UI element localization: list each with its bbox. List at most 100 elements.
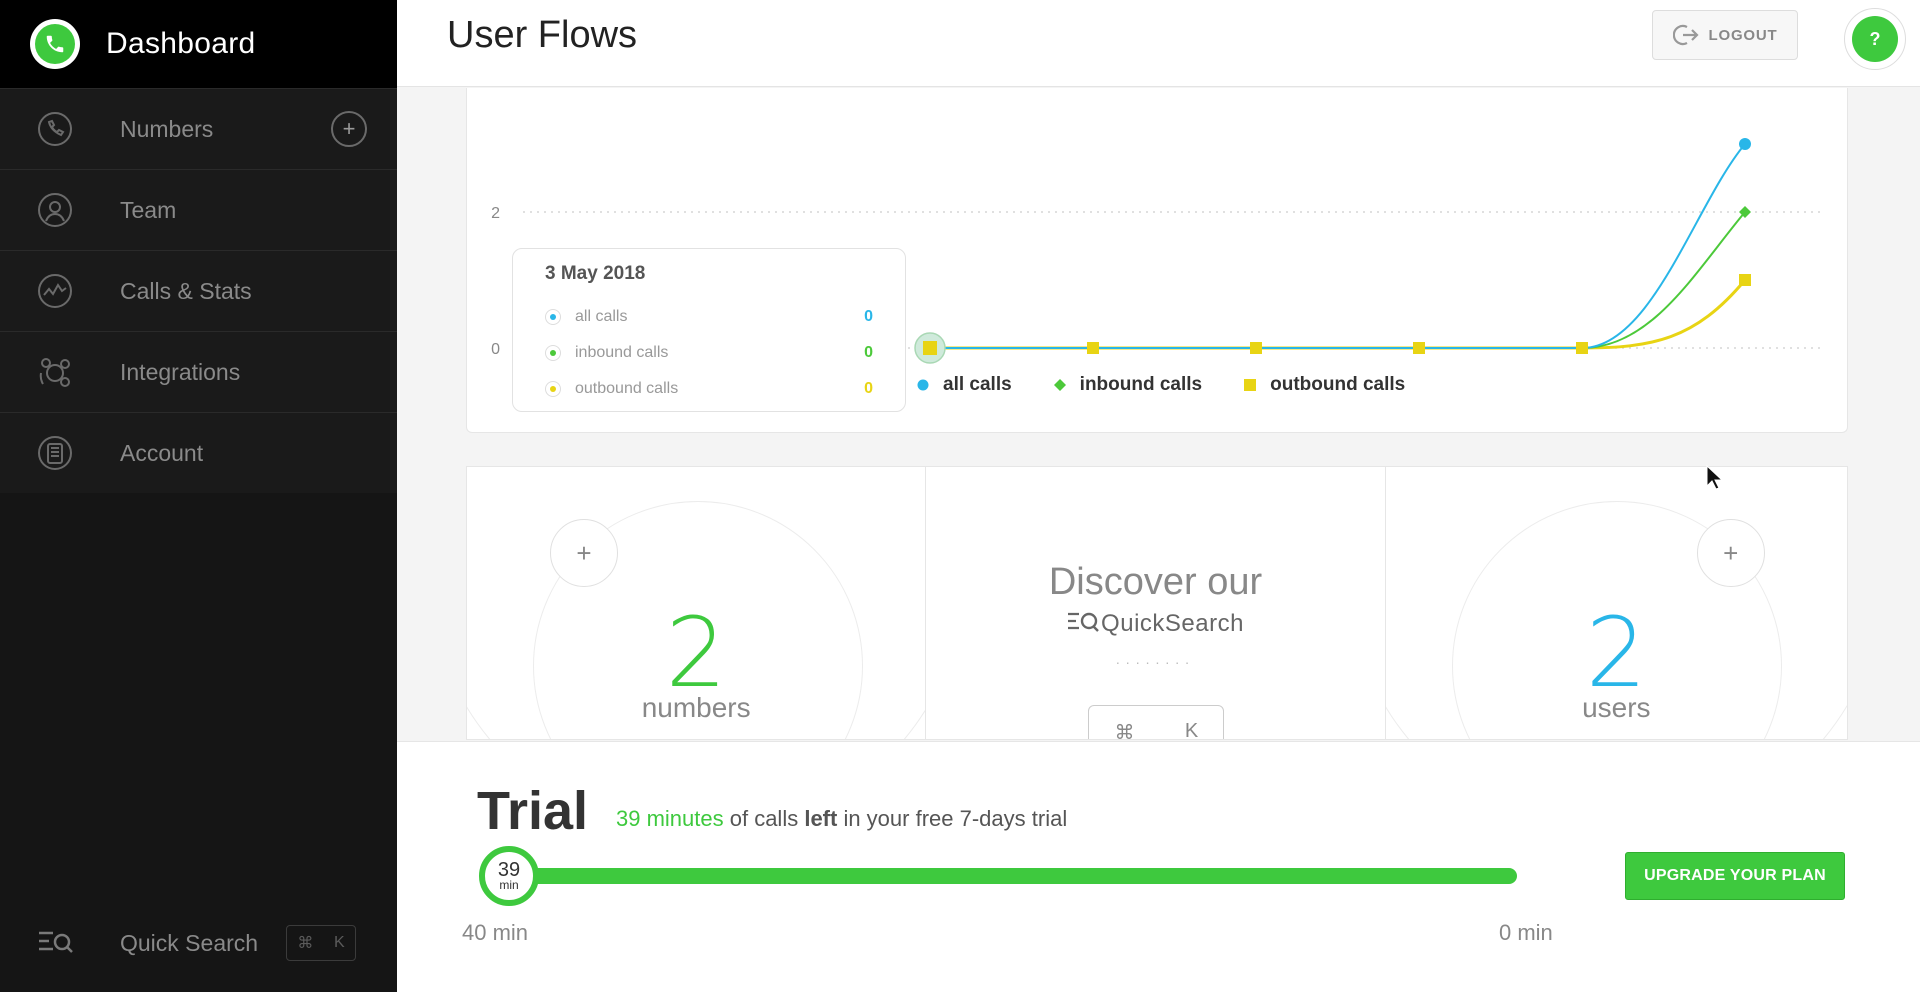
- diamond-marker-icon: [1053, 379, 1066, 391]
- legend-label: outbound calls: [1270, 374, 1406, 395]
- cmd-key: ⌘: [297, 935, 314, 952]
- page-title: User Flows: [447, 14, 638, 56]
- data-point-outbound-calls: [1413, 342, 1425, 354]
- tooltip-label: inbound calls: [575, 344, 669, 361]
- series-line-all-calls: [930, 143, 1746, 349]
- tooltip-label: all calls: [575, 308, 628, 325]
- phone-icon: [36, 110, 74, 148]
- quicksearch-promo-card[interactable]: Discover our QuickSearch ........ ⌘ K: [926, 467, 1386, 739]
- trial-text-part: of calls: [723, 806, 805, 831]
- data-point-outbound-calls: [1250, 342, 1262, 354]
- tooltip-label: outbound calls: [575, 380, 679, 397]
- k-key: K: [1184, 720, 1199, 739]
- quick-search-icon: [1068, 612, 1099, 632]
- tooltip-value: 0: [864, 380, 873, 397]
- sidebar-item-label: Numbers: [120, 115, 214, 142]
- trial-progress-bar: [489, 868, 1517, 884]
- data-point-outbound-calls: [1087, 342, 1099, 354]
- quick-search-icon: [36, 924, 74, 962]
- quicksearch-brand-label: QuickSearch: [1101, 610, 1244, 637]
- series-line-inbound-calls: [930, 211, 1746, 349]
- tooltip-marker: [545, 381, 561, 397]
- top-header: User Flows LOGOUT ?: [397, 0, 1920, 87]
- tooltip-value: 0: [864, 308, 873, 325]
- add-user-button[interactable]: +: [1696, 519, 1765, 587]
- dots-divider: ........: [1115, 651, 1196, 667]
- legend-label: all calls: [943, 374, 1012, 395]
- data-point-outbound-calls: [923, 341, 937, 355]
- sidebar-item-team[interactable]: Team: [0, 169, 397, 250]
- data-point-outbound-calls: [1739, 274, 1751, 286]
- trial-text-part: in your free 7-days trial: [837, 806, 1068, 831]
- phone-logo-icon: [30, 19, 80, 69]
- sidebar-item-label: Account: [120, 439, 204, 466]
- calls-chart-card: 2 0 3 May 2018 all calls 0 inbound calls …: [466, 88, 1848, 433]
- numbers-stat-card[interactable]: + 2 numbers: [467, 467, 927, 739]
- range-end-label: 0 min: [1499, 920, 1553, 945]
- minutes-left: 39 minutes: [616, 806, 724, 831]
- tooltip-row-outbound-calls: outbound calls 0: [545, 371, 873, 407]
- sidebar-item-label: Calls & Stats: [120, 277, 252, 304]
- sidebar-item-numbers[interactable]: Numbers +: [0, 88, 397, 169]
- sidebar-item-calls-stats[interactable]: Calls & Stats: [0, 250, 397, 331]
- sidebar-item-integrations[interactable]: Integrations: [0, 331, 397, 412]
- legend-label: inbound calls: [1079, 374, 1203, 395]
- logout-label: LOGOUT: [1708, 26, 1778, 44]
- quick-search-shortcut: ⌘ K: [286, 925, 357, 961]
- y-tick-label: 0: [491, 341, 500, 358]
- integrations-icon: [36, 353, 74, 391]
- quicksearch-brand: QuickSearch: [926, 610, 1384, 638]
- y-tick-label: 2: [491, 205, 500, 222]
- stats-row: + 2 numbers Discover our QuickSearch ...…: [466, 466, 1848, 740]
- data-point-all-calls: [1739, 138, 1751, 150]
- sidebar-quick-search[interactable]: Quick Search ⌘ K: [36, 924, 366, 962]
- tooltip-marker: [545, 345, 561, 361]
- trial-text-left: left: [804, 806, 838, 831]
- discover-title: Discover our: [1048, 561, 1263, 603]
- stats-icon: [36, 272, 74, 310]
- upgrade-plan-button[interactable]: UPGRADE YOUR PLAN: [1625, 852, 1845, 900]
- brand-header[interactable]: Dashboard: [0, 0, 397, 88]
- sidebar-item-label: Integrations: [120, 358, 241, 385]
- tooltip-value: 0: [864, 344, 873, 361]
- account-icon: [36, 434, 74, 472]
- range-start-label: 40 min: [462, 920, 529, 945]
- chart-legend: all calls inbound calls outbound calls: [917, 374, 1447, 396]
- logout-icon: [1672, 24, 1699, 46]
- chart-tooltip: 3 May 2018 all calls 0 inbound calls 0 o…: [512, 248, 906, 412]
- sidebar-item-account[interactable]: Account: [0, 412, 397, 493]
- logout-button[interactable]: LOGOUT: [1652, 10, 1798, 60]
- add-number-button[interactable]: +: [550, 519, 618, 587]
- legend-all-calls[interactable]: all calls: [917, 374, 1012, 396]
- k-key: K: [334, 934, 345, 951]
- trial-progress-knob: 39 min: [479, 846, 539, 906]
- quick-search-label: Quick Search: [120, 929, 259, 956]
- tooltip-row-all-calls: all calls 0: [545, 299, 873, 335]
- trial-title: Trial: [477, 781, 589, 841]
- users-label: users: [1582, 692, 1651, 723]
- trial-description: 39 minutes of calls left in your free 7-…: [616, 806, 1067, 832]
- sidebar: Dashboard Numbers + Team Calls & Stats I…: [0, 0, 397, 992]
- add-number-button[interactable]: +: [331, 111, 367, 147]
- brand-title: Dashboard: [106, 27, 256, 60]
- knob-unit: min: [499, 878, 519, 892]
- tooltip-date: 3 May 2018: [545, 263, 646, 284]
- user-icon: [36, 191, 74, 229]
- keyboard-shortcut: ⌘ K: [1088, 705, 1225, 739]
- help-button[interactable]: ?: [1844, 8, 1906, 70]
- users-stat-card[interactable]: + 2 users: [1385, 467, 1847, 739]
- legend-outbound-calls[interactable]: outbound calls: [1244, 374, 1405, 396]
- help-icon: ?: [1852, 16, 1898, 62]
- square-marker-icon: [1244, 379, 1257, 391]
- data-point-outbound-calls: [1576, 342, 1588, 354]
- numbers-label: numbers: [641, 692, 751, 723]
- tooltip-row-inbound-calls: inbound calls 0: [545, 335, 873, 371]
- mouse-cursor-icon: [1706, 465, 1724, 490]
- legend-inbound-calls[interactable]: inbound calls: [1053, 374, 1203, 396]
- circle-marker-icon: [917, 379, 929, 391]
- tooltip-marker: [545, 309, 561, 325]
- knob-value: 39: [497, 859, 521, 881]
- trial-panel: Trial 39 minutes of calls left in your f…: [397, 741, 1920, 992]
- cmd-key: ⌘: [1114, 722, 1135, 739]
- sidebar-item-label: Team: [120, 196, 177, 223]
